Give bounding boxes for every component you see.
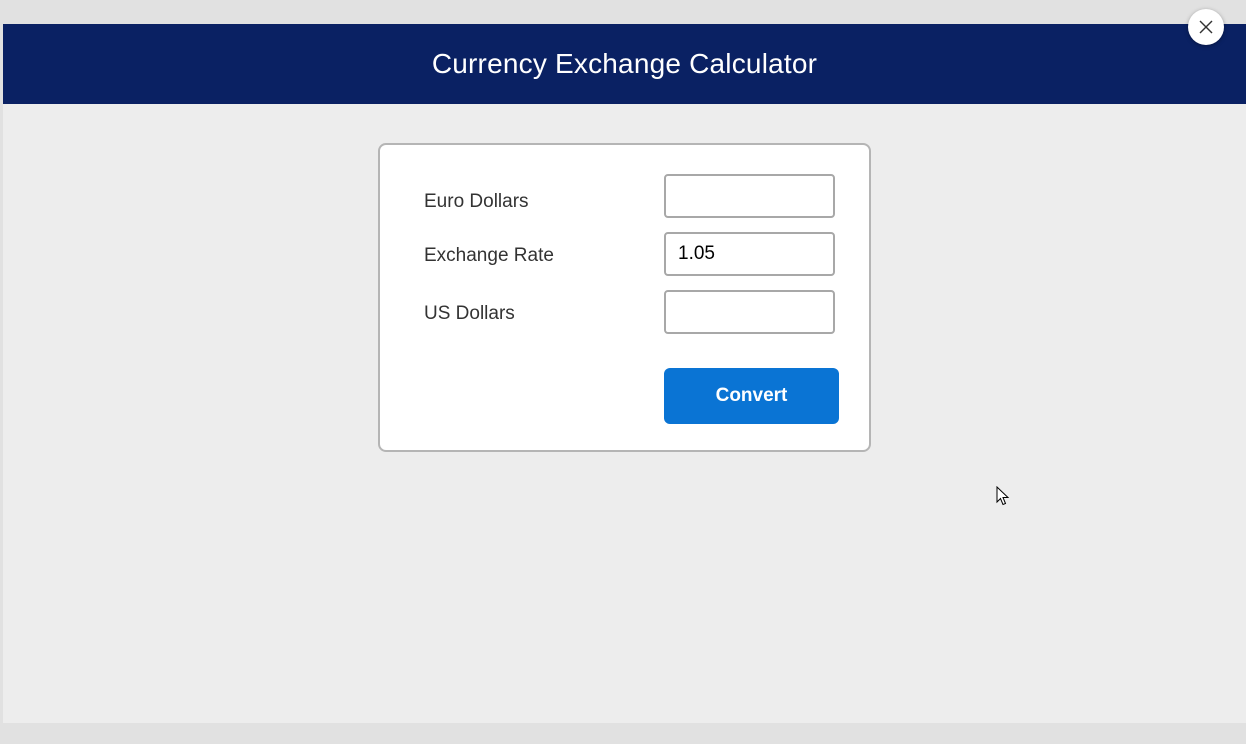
page-title: Currency Exchange Calculator xyxy=(431,48,818,79)
mouse-pointer-icon xyxy=(996,486,1010,506)
us-dollars-label: US Dollars xyxy=(424,303,515,324)
header-bar: Currency Exchange Calculator xyxy=(3,24,1246,104)
euro-dollars-input[interactable] xyxy=(664,174,835,218)
exchange-rate-input[interactable] xyxy=(664,232,835,276)
exchange-rate-label: Exchange Rate xyxy=(424,245,554,266)
close-icon xyxy=(1199,20,1213,34)
us-dollars-input[interactable] xyxy=(664,290,835,334)
convert-button[interactable]: Convert xyxy=(664,368,839,424)
converter-card: Euro Dollars Exchange Rate US Dollars Co… xyxy=(378,143,871,452)
close-button[interactable] xyxy=(1188,9,1224,45)
euro-dollars-label: Euro Dollars xyxy=(424,191,529,212)
app-window: Currency Exchange Calculator Euro Dollar… xyxy=(3,24,1246,723)
